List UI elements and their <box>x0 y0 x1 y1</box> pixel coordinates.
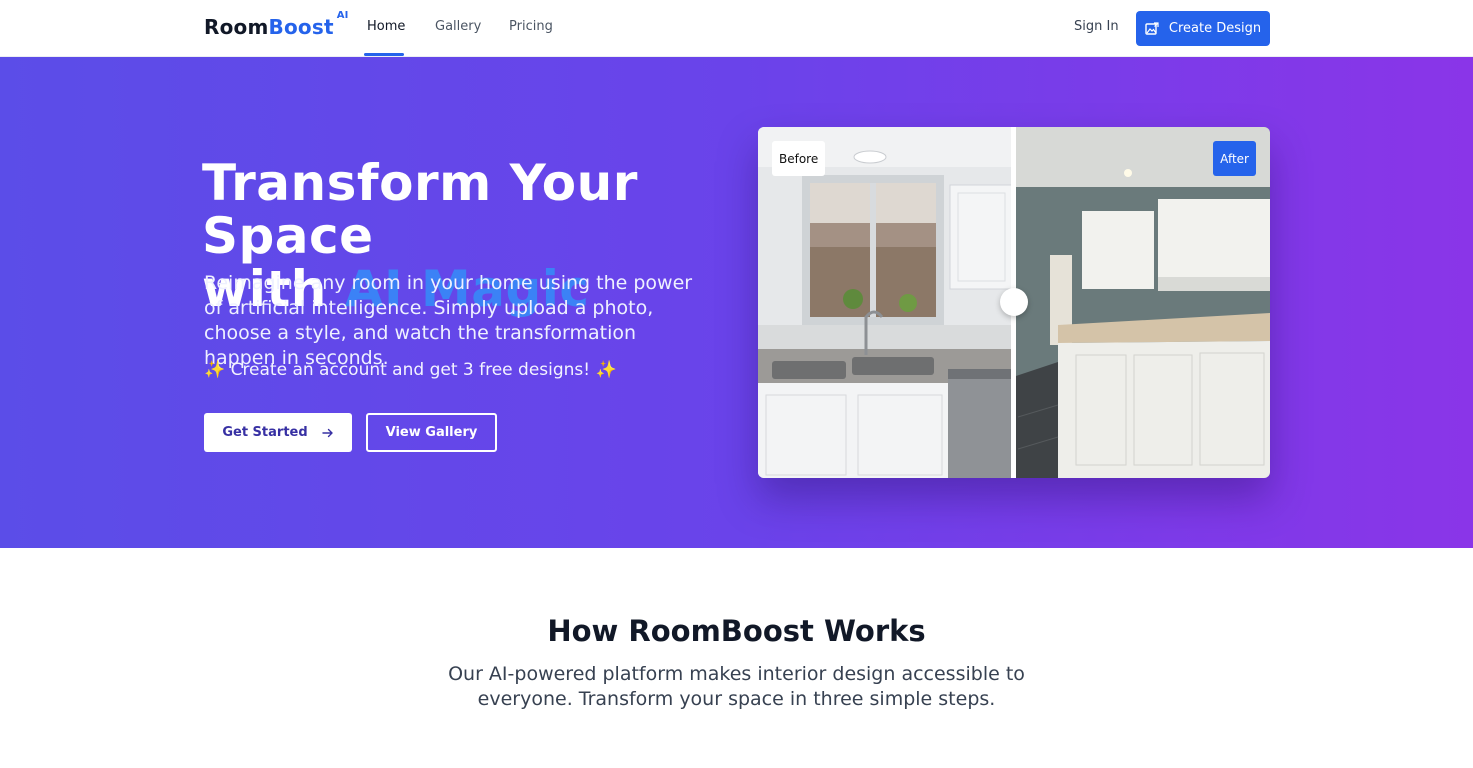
free-designs-promo: ✨ Create an account and get 3 free desig… <box>204 360 617 380</box>
brand-name-part1: Room <box>204 15 269 39</box>
before-badge: Before <box>772 141 826 176</box>
create-design-label: Create Design <box>1168 21 1262 36</box>
brand-logo[interactable]: RoomBoost AI <box>204 10 349 39</box>
how-it-works-title: How RoomBoost Works <box>547 614 926 648</box>
hero-section: Transform Your Space with AI Magic Reima… <box>0 57 1473 548</box>
image-edit-icon <box>1145 21 1159 35</box>
get-started-label: Get Started <box>222 425 308 440</box>
view-gallery-button[interactable]: View Gallery <box>366 413 497 452</box>
slider-handle[interactable] <box>1000 288 1028 316</box>
brand-suffix: AI <box>336 10 349 22</box>
hero-description: Reimagine any room in your home using th… <box>204 272 693 369</box>
view-gallery-label: View Gallery <box>385 425 478 440</box>
how-it-works-description: Our AI-powered platform makes interior d… <box>448 663 1025 710</box>
nav-link-pricing[interactable]: Pricing <box>509 19 553 34</box>
nav-link-gallery[interactable]: Gallery <box>435 19 481 34</box>
arrow-right-icon <box>321 428 333 437</box>
create-design-button[interactable]: Create Design <box>1136 11 1270 46</box>
brand-name-part2: Boost <box>268 15 334 39</box>
after-badge: After <box>1213 141 1256 176</box>
nav-link-home[interactable]: Home <box>367 19 405 34</box>
get-started-button[interactable]: Get Started <box>204 413 352 452</box>
active-nav-indicator <box>364 53 404 56</box>
top-navbar: RoomBoost AI Home Gallery Pricing Sign In… <box>0 0 1473 57</box>
sign-in-link[interactable]: Sign In <box>1074 19 1119 34</box>
before-after-slider[interactable]: Before After <box>758 127 1270 478</box>
hero-title-line1: Transform Your Space <box>202 154 638 265</box>
